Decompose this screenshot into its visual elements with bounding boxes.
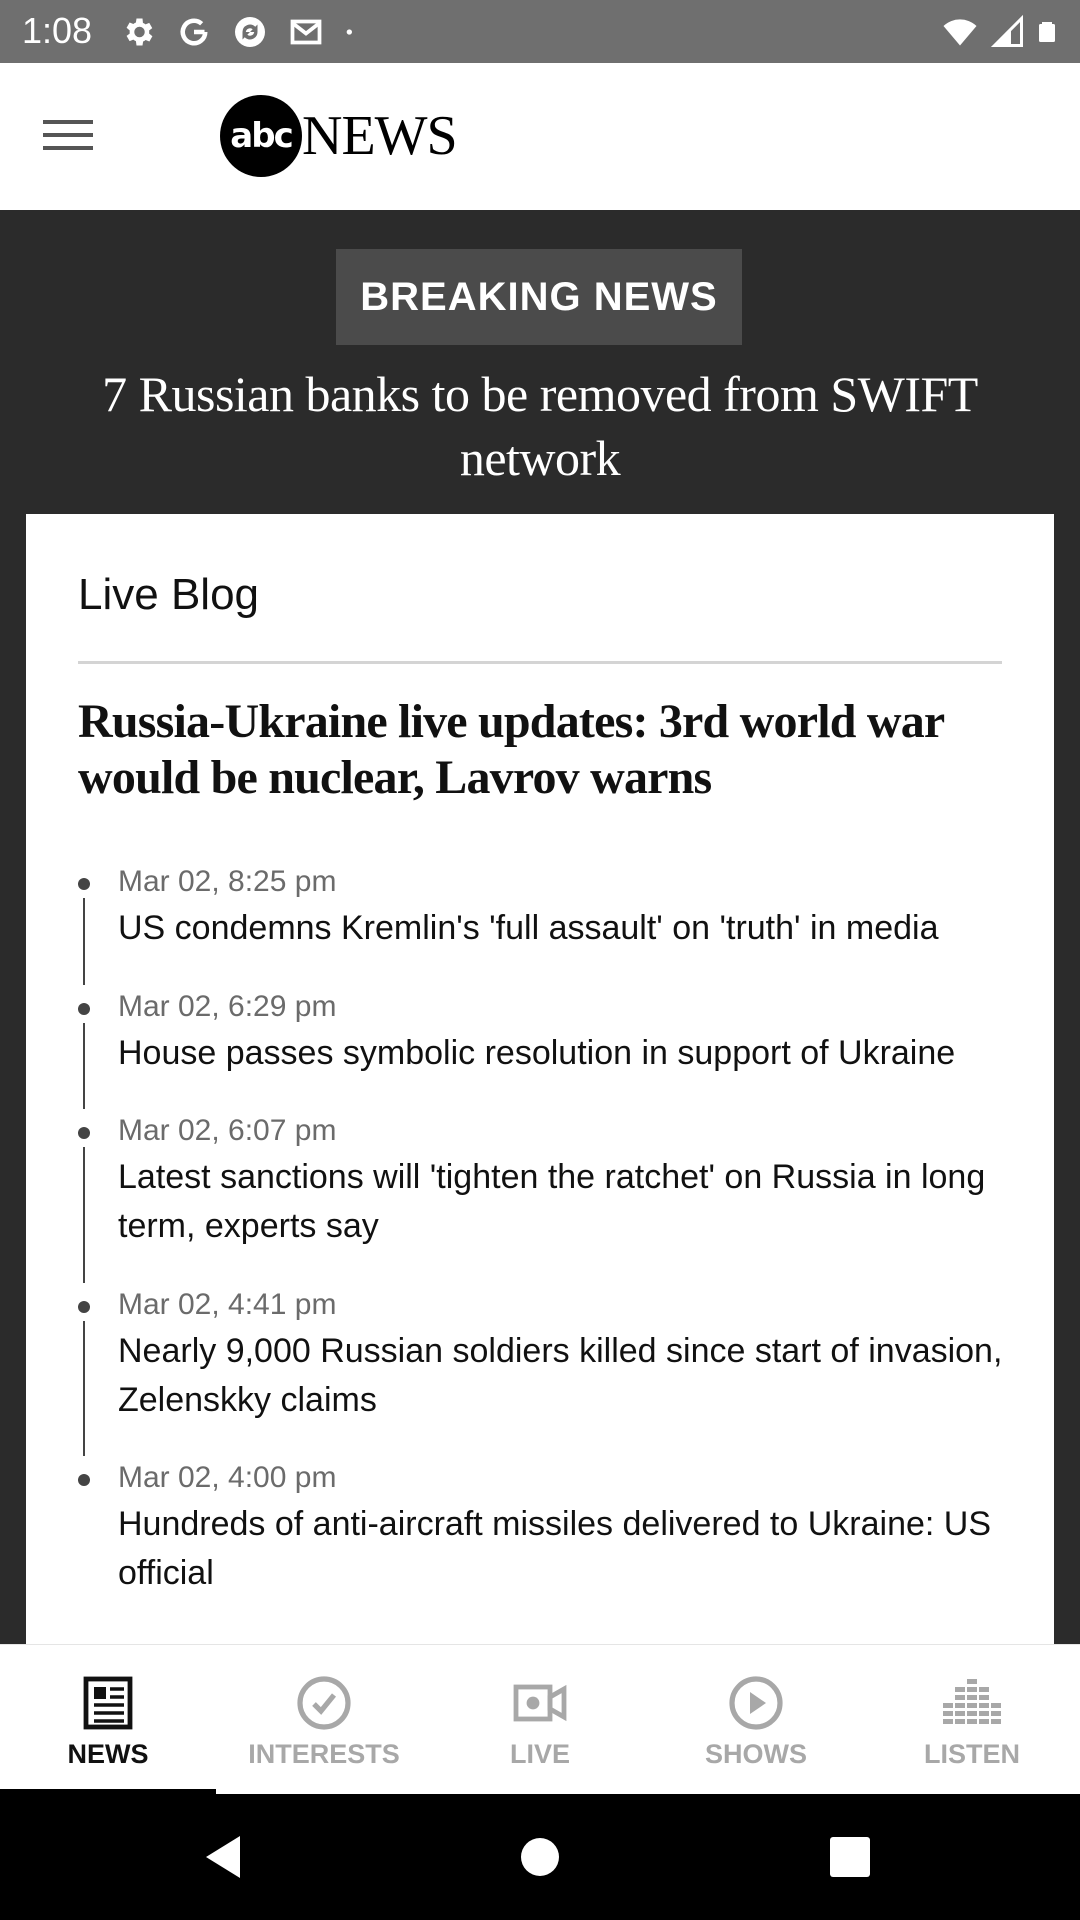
bottom-navigation: NEWS INTERESTS LIVE SHOWS LISTEN	[0, 1644, 1080, 1795]
timeline-text[interactable]: Hundreds of anti-aircraft missiles deliv…	[118, 1500, 1028, 1598]
timeline-item[interactable]: Mar 02, 4:41 pm Nearly 9,000 Russian sol…	[78, 1287, 1028, 1460]
timeline-dot	[78, 1003, 90, 1015]
breaking-news-banner[interactable]: BREAKING NEWS 7 Russian banks to be remo…	[0, 210, 1080, 512]
timeline-dot	[78, 1127, 90, 1139]
timeline-item[interactable]: Mar 02, 6:29 pm House passes symbolic re…	[78, 989, 1028, 1113]
nav-live-label: LIVE	[509, 1739, 570, 1769]
nav-listen-label: LISTEN	[923, 1739, 1020, 1769]
back-icon[interactable]	[200, 1832, 250, 1882]
video-camera-icon	[513, 1684, 567, 1722]
nav-shows-label: SHOWS	[704, 1739, 807, 1769]
divider	[78, 661, 1002, 664]
newspaper-icon	[83, 1676, 133, 1730]
timeline-time: Mar 02, 8:25 pm	[118, 865, 337, 898]
google-icon	[180, 18, 208, 46]
timeline-line	[83, 1321, 85, 1456]
hamburger-menu-icon[interactable]	[40, 113, 96, 161]
status-bar: 1:08	[0, 0, 1080, 63]
timeline-text[interactable]: Latest sanctions will 'tighten the ratch…	[118, 1153, 1028, 1251]
recents-icon[interactable]	[825, 1832, 875, 1882]
timeline-time: Mar 02, 6:07 pm	[118, 1114, 337, 1147]
nav-shows[interactable]: SHOWS	[648, 1645, 864, 1795]
breaking-news-headline[interactable]: 7 Russian banks to be removed from SWIFT…	[40, 362, 1040, 490]
timeline-line	[83, 898, 85, 985]
app-bar: abc NEWS	[0, 63, 1080, 210]
breaking-news-badge: BREAKING NEWS	[336, 249, 742, 345]
timeline-time: Mar 02, 4:41 pm	[118, 1288, 337, 1321]
timeline-text[interactable]: House passes symbolic resolution in supp…	[118, 1029, 1028, 1078]
gmail-icon	[290, 19, 322, 45]
timeline-dot	[78, 1474, 90, 1486]
abc-news-logo: abc NEWS	[220, 93, 458, 179]
live-blog-card[interactable]: Live Blog Russia-Ukraine live updates: 3…	[26, 514, 1054, 1644]
timeline-line	[83, 1023, 85, 1109]
timeline-dot	[78, 1301, 90, 1313]
timeline-time: Mar 02, 6:29 pm	[118, 990, 337, 1023]
signal-icon	[990, 14, 1023, 47]
settings-icon	[126, 18, 153, 46]
equalizer-icon	[943, 1679, 1001, 1724]
live-blog-timeline: Mar 02, 8:25 pm US condemns Kremlin's 'f…	[78, 864, 1028, 1592]
timeline-time: Mar 02, 4:00 pm	[118, 1461, 337, 1494]
nav-listen[interactable]: LISTEN	[864, 1645, 1080, 1795]
nav-live[interactable]: LIVE	[432, 1645, 648, 1795]
wifi-icon	[943, 19, 977, 46]
battery-icon	[1039, 22, 1055, 42]
timeline-item[interactable]: Mar 02, 6:07 pm Latest sanctions will 't…	[78, 1113, 1028, 1287]
nav-news-label: NEWS	[67, 1739, 149, 1769]
system-navigation-bar	[0, 1794, 1080, 1920]
play-circle-icon	[729, 1676, 783, 1730]
status-time: 1:08	[22, 10, 93, 51]
check-circle-icon	[297, 1676, 351, 1730]
abc-logo-circle: abc	[220, 95, 302, 177]
nav-interests-label: INTERESTS	[248, 1739, 400, 1769]
timeline-line	[83, 1147, 85, 1283]
timeline-item[interactable]: Mar 02, 8:25 pm US condemns Kremlin's 'f…	[78, 864, 1028, 989]
sync-icon	[235, 17, 265, 47]
status-icons-left	[120, 12, 360, 52]
nav-news[interactable]: NEWS	[0, 1645, 216, 1795]
timeline-text[interactable]: Nearly 9,000 Russian soldiers killed sin…	[118, 1327, 1028, 1425]
timeline-dot	[78, 878, 90, 890]
live-blog-title[interactable]: Russia-Ukraine live updates: 3rd world w…	[78, 694, 1008, 806]
nav-interests[interactable]: INTERESTS	[216, 1645, 432, 1795]
abc-logo-news: NEWS	[302, 105, 458, 167]
status-icons-right	[942, 12, 1062, 52]
dot-icon	[346, 29, 352, 35]
live-blog-label: Live Blog	[78, 570, 260, 619]
timeline-item[interactable]: Mar 02, 4:00 pm Hundreds of anti-aircraf…	[78, 1460, 1028, 1592]
timeline-text[interactable]: US condemns Kremlin's 'full assault' on …	[118, 904, 1028, 953]
home-icon[interactable]	[515, 1832, 565, 1882]
